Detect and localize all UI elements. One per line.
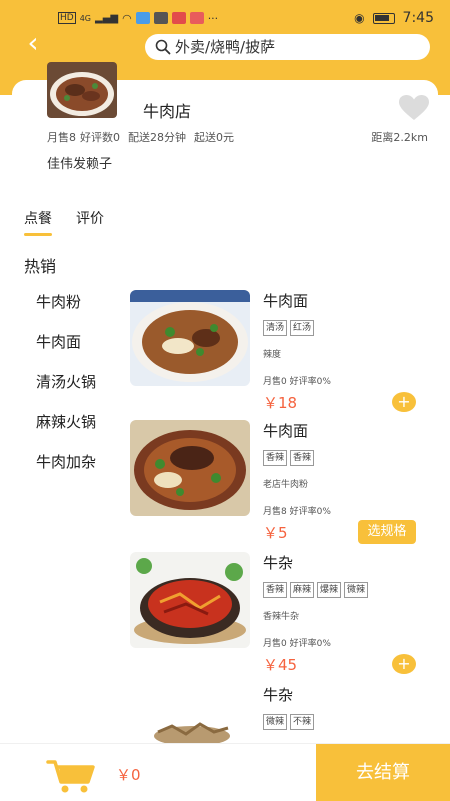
- dish-tag[interactable]: 微辣: [344, 582, 369, 598]
- dish-name: 牛杂: [263, 554, 294, 572]
- mail-notification-icon: [189, 12, 204, 24]
- dish-subtitle: 香辣牛杂: [263, 612, 300, 622]
- dish-tag[interactable]: 香辣: [263, 582, 288, 598]
- dish-name: 牛肉面: [263, 422, 309, 440]
- dish-subtitle: 老店牛肉粉: [263, 480, 309, 490]
- shop-image: [47, 62, 117, 118]
- shop-description: 佳伟发赖子: [47, 157, 113, 172]
- dish-item[interactable]: 牛杂 香辣 麻辣 爆辣 微辣 香辣牛杂 月售0 好评率0% ￥45 +: [130, 552, 430, 682]
- dish-tag[interactable]: 清汤: [263, 320, 288, 336]
- checkout-button[interactable]: 去结算: [316, 744, 450, 801]
- tab-reviews[interactable]: 评价: [76, 208, 104, 228]
- dish-tag[interactable]: 麻辣: [290, 582, 315, 598]
- dish-tag[interactable]: 香辣: [290, 450, 315, 466]
- dish-tags: 香辣 麻辣 爆辣 微辣: [263, 582, 369, 598]
- shop-stats: 月售8 好评数0 配送28分钟 起送0元: [47, 129, 234, 145]
- eye-icon: ◉: [354, 11, 365, 25]
- status-time: 7:45: [402, 10, 434, 26]
- select-spec-button[interactable]: 选规格: [358, 520, 416, 544]
- shopping-cart-icon[interactable]: [46, 758, 96, 794]
- back-button[interactable]: ‹: [20, 28, 46, 58]
- dish-tags: 微辣 不辣: [263, 714, 315, 730]
- category-item[interactable]: 牛肉粉: [36, 290, 106, 314]
- chat-notification-icon: [153, 12, 168, 24]
- search-icon: [155, 39, 171, 55]
- dish-tag[interactable]: 爆辣: [317, 582, 342, 598]
- dish-tags: 香辣 香辣: [263, 450, 315, 466]
- dish-name: 牛肉面: [263, 292, 309, 310]
- shop-distance: 距离2.2km: [371, 131, 428, 144]
- add-to-cart-button[interactable]: +: [392, 654, 416, 674]
- category-item[interactable]: 清汤火锅: [36, 370, 106, 394]
- dish-stats: 月售0 好评率0%: [263, 377, 331, 387]
- cart-total: ￥0: [116, 766, 141, 784]
- dish-price: ￥5: [263, 524, 288, 542]
- dish-name: 牛杂: [263, 686, 294, 704]
- tab-order[interactable]: 点餐: [24, 208, 52, 236]
- app-notification-icon: [135, 12, 150, 24]
- section-title-hot: 热销: [24, 257, 57, 276]
- dish-tag[interactable]: 不辣: [290, 714, 315, 730]
- dish-stats: 月售8 好评率0%: [263, 507, 331, 517]
- status-bar: HD 4G ▂▄▆ ◠ ··· ◉ 7:45: [0, 0, 450, 36]
- search-bar[interactable]: [145, 34, 430, 60]
- dish-item[interactable]: 牛肉面 清汤 红汤 辣度 月售0 好评率0% ￥18 +: [130, 290, 430, 420]
- back-chevron-icon: ‹: [27, 26, 39, 59]
- good-reviews: 好评数0: [80, 131, 120, 144]
- dish-item[interactable]: 牛肉面 香辣 香辣 老店牛肉粉 月售8 好评率0% ￥5 选规格: [130, 420, 430, 550]
- dish-price: ￥45: [263, 656, 298, 674]
- dish-stats: 月售0 好评率0%: [263, 639, 331, 649]
- video-notification-icon: [171, 12, 186, 24]
- dish-subtitle: 辣度: [263, 350, 282, 360]
- dish-tag[interactable]: 红汤: [290, 320, 315, 336]
- dish-image: [152, 712, 232, 744]
- network-indicator: HD: [58, 12, 76, 24]
- status-right: ◉ 7:45: [354, 10, 434, 26]
- category-item[interactable]: 牛肉面: [36, 330, 106, 354]
- dish-tag[interactable]: 香辣: [263, 450, 288, 466]
- delivery-time: 配送28分钟: [128, 131, 186, 144]
- favorite-heart-icon[interactable]: [398, 94, 430, 122]
- monthly-sales: 月售8: [47, 131, 76, 144]
- dish-tag[interactable]: 微辣: [263, 714, 288, 730]
- dish-image: [130, 420, 250, 516]
- dish-price: ￥18: [263, 394, 298, 412]
- status-left: HD 4G ▂▄▆ ◠ ···: [58, 12, 218, 25]
- dish-image: [130, 552, 250, 648]
- dish-image: [130, 290, 250, 386]
- cart-bar: ￥0 去结算: [0, 743, 450, 801]
- dish-tags: 清汤 红汤: [263, 320, 315, 336]
- tab-bar: 点餐 评价: [24, 208, 104, 236]
- signal-indicator: 4G: [79, 13, 91, 23]
- min-order: 起送0元: [194, 131, 234, 144]
- category-item[interactable]: 麻辣火锅: [36, 410, 106, 434]
- category-list: 牛肉粉 牛肉面 清汤火锅 麻辣火锅 牛肉加杂: [36, 290, 106, 490]
- category-item[interactable]: 牛肉加杂: [36, 450, 106, 474]
- dish-item[interactable]: 牛杂 微辣 不辣: [130, 684, 430, 744]
- shop-name: 牛肉店: [143, 102, 192, 121]
- more-notifications-icon: ···: [207, 11, 219, 25]
- signal-bars-icon: ▂▄▆: [95, 12, 119, 24]
- add-to-cart-button[interactable]: +: [392, 392, 416, 412]
- battery-icon: [372, 12, 395, 24]
- wifi-icon: ◠: [122, 11, 132, 25]
- search-input[interactable]: [175, 38, 415, 56]
